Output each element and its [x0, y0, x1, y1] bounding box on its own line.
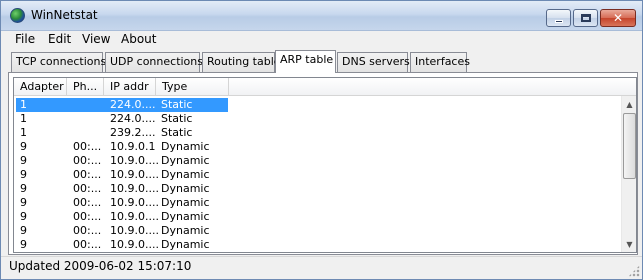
- cell-type: Dynamic: [161, 154, 210, 167]
- menu-file[interactable]: File: [15, 31, 35, 49]
- cell-adapter: 9: [20, 238, 27, 251]
- cell-type: Dynamic: [161, 196, 210, 209]
- column-header-adapter[interactable]: Adapter: [14, 78, 67, 96]
- menu-about[interactable]: About: [121, 31, 156, 49]
- tab-tcp-connections[interactable]: TCP connections: [11, 52, 106, 72]
- table-row[interactable]: 1 239.2.... Static: [14, 126, 621, 140]
- tab-arp-table[interactable]: ARP table: [275, 50, 336, 73]
- cell-ip-addr: 224.0....: [110, 112, 156, 125]
- vertical-scrollbar[interactable]: ▲ ▼: [621, 96, 636, 252]
- close-button[interactable]: ✕: [600, 9, 636, 27]
- cell-physical: 00:...: [73, 182, 102, 195]
- cell-ip-addr: 10.9.0....: [110, 182, 159, 195]
- table-row[interactable]: 9 00:... 10.9.0.... Dynamic: [14, 196, 621, 210]
- cell-physical: 00:...: [73, 154, 102, 167]
- table-row[interactable]: 9 00:... 10.9.0.1 Dynamic: [14, 140, 621, 154]
- tab-dns-servers[interactable]: DNS servers: [337, 52, 410, 72]
- cell-adapter: 9: [20, 140, 27, 153]
- cell-adapter: 9: [20, 168, 27, 181]
- tab-udp-connections[interactable]: UDP connections: [105, 52, 203, 72]
- scroll-thumb[interactable]: [623, 113, 636, 179]
- cell-physical: 00:...: [73, 168, 102, 181]
- scroll-down-icon[interactable]: ▼: [622, 236, 636, 252]
- globe-icon: [10, 8, 25, 23]
- table-row[interactable]: 9 00:... 10.9.0.... Dynamic: [14, 182, 621, 196]
- cell-ip-addr: 10.9.0....: [110, 196, 159, 209]
- cell-adapter: 9: [20, 210, 27, 223]
- cell-type: Dynamic: [161, 168, 210, 181]
- tab-interfaces[interactable]: Interfaces: [410, 52, 470, 72]
- menu-view[interactable]: View: [82, 31, 110, 49]
- cell-adapter: 9: [20, 196, 27, 209]
- minimize-icon: [554, 19, 563, 23]
- resize-grip-icon[interactable]: [628, 265, 640, 277]
- table-row[interactable]: 9 00:... 10.9.0.... Dynamic: [14, 224, 621, 238]
- scroll-up-icon[interactable]: ▲: [622, 96, 636, 112]
- table-row[interactable]: 9 00:... 10.9.0.... Dynamic: [14, 168, 621, 182]
- table-row[interactable]: 1 224.0.... Static: [14, 112, 621, 126]
- table-body: 1 224.0.... Static 1 224.0.... Static 1 239.2..…: [14, 98, 621, 252]
- cell-ip-addr: 10.9.0....: [110, 224, 159, 237]
- cell-ip-addr: 10.9.0....: [110, 154, 159, 167]
- cell-type: Dynamic: [161, 182, 210, 195]
- column-header-ip-addr[interactable]: IP addr: [104, 78, 156, 96]
- cell-adapter: 1: [20, 126, 27, 139]
- tab-strip: TCP connections UDP connections Routing …: [1, 49, 642, 73]
- cell-ip-addr: 10.9.0.1: [110, 140, 156, 153]
- cell-type: Static: [161, 112, 193, 125]
- app-window: WinNetstat ✕ File Edit View About TCP co…: [0, 0, 643, 280]
- cell-adapter: 9: [20, 182, 27, 195]
- cell-adapter: 9: [20, 224, 27, 237]
- cell-physical: 00:...: [73, 210, 102, 223]
- column-header-type[interactable]: Type: [156, 78, 229, 96]
- table-row[interactable]: 9 00:... 10.9.0.... Dynamic: [14, 154, 621, 168]
- table-row[interactable]: 1 224.0.... Static: [14, 98, 621, 112]
- table-row[interactable]: 9 00:... 10.9.0.... Dynamic: [14, 238, 621, 252]
- cell-physical: 00:...: [73, 238, 102, 251]
- cell-type: Dynamic: [161, 140, 210, 153]
- tab-routing-table[interactable]: Routing table: [202, 52, 281, 72]
- cell-ip-addr: 10.9.0....: [110, 238, 159, 251]
- window-title: WinNetstat: [31, 8, 98, 22]
- cell-adapter: 9: [20, 154, 27, 167]
- cell-adapter: 1: [20, 112, 27, 125]
- column-header-physical[interactable]: Ph...: [67, 78, 104, 96]
- status-bar: Updated 2009-06-02 15:07:10: [1, 256, 642, 279]
- minimize-button[interactable]: [546, 9, 571, 27]
- menu-edit[interactable]: Edit: [48, 31, 71, 49]
- cell-type: Dynamic: [161, 210, 210, 223]
- status-text: Updated 2009-06-02 15:07:10: [9, 259, 192, 273]
- arp-table[interactable]: Adapter Ph... IP addr Type 1 224.0.... Sta…: [13, 77, 637, 253]
- cell-ip-addr: 10.9.0....: [110, 168, 159, 181]
- close-icon: ✕: [612, 11, 624, 25]
- cell-ip-addr: 224.0....: [110, 98, 156, 111]
- maximize-button[interactable]: [573, 9, 598, 27]
- cell-adapter: 1: [20, 98, 27, 111]
- cell-ip-addr: 10.9.0....: [110, 210, 159, 223]
- cell-physical: 00:...: [73, 224, 102, 237]
- cell-ip-addr: 239.2....: [110, 126, 156, 139]
- cell-physical: 00:...: [73, 140, 102, 153]
- cell-type: Dynamic: [161, 224, 210, 237]
- cell-type: Static: [161, 98, 193, 111]
- cell-type: Static: [161, 126, 193, 139]
- table-header: Adapter Ph... IP addr Type: [14, 78, 636, 96]
- table-row[interactable]: 9 00:... 10.9.0.... Dynamic: [14, 210, 621, 224]
- maximize-icon: [580, 14, 591, 22]
- title-bar[interactable]: WinNetstat ✕: [1, 1, 642, 31]
- cell-physical: 00:...: [73, 196, 102, 209]
- menu-bar: File Edit View About: [1, 31, 642, 49]
- cell-type: Dynamic: [161, 238, 210, 251]
